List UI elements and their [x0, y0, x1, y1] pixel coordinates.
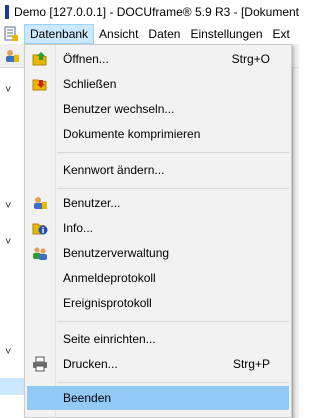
- menu-item-schliessen[interactable]: Schließen: [27, 72, 289, 96]
- menu-item-label: Benutzerverwaltung: [63, 246, 170, 260]
- user-icon: [32, 195, 48, 211]
- close-folder-icon: [32, 76, 48, 92]
- menu-separator: [57, 382, 289, 383]
- app-icon: [5, 5, 10, 19]
- menu-item-label: Kennwort ändern...: [63, 163, 165, 177]
- document-system-icon[interactable]: [3, 26, 19, 42]
- chevron-down-icon[interactable]: ˅: [5, 236, 11, 248]
- window-title: Demo [127.0.0.1] - DOCUframe® 5.9 R3 - […: [14, 5, 299, 19]
- menu-item-label: Benutzer wechseln...: [63, 102, 175, 116]
- users-icon: [32, 245, 48, 261]
- menu-item-label: Anmeldeprotokoll: [63, 271, 156, 285]
- menu-item-label: Ereignisprotokoll: [63, 296, 152, 310]
- menu-separator: [57, 152, 289, 153]
- menu-separator: [57, 188, 289, 189]
- menu-item-label: Beenden: [63, 391, 112, 405]
- menu-separator: [57, 321, 289, 322]
- menu-item-drucken[interactable]: Drucken... Strg+P: [27, 352, 289, 376]
- menu-bar: Datenbank Ansicht Daten Einstellungen Ex…: [0, 24, 299, 44]
- menu-item-shortcut: Strg+P: [232, 357, 270, 371]
- info-icon: [32, 220, 48, 236]
- menu-item-oeffnen[interactable]: Öffnen... Strg+O: [27, 47, 289, 71]
- menu-item-label: Öffnen...: [63, 52, 109, 66]
- menu-item-dokumente-komprimieren[interactable]: Dokumente komprimieren: [27, 122, 289, 146]
- tree-panel: ˅ ˅ ˅ ˅: [0, 68, 24, 418]
- menu-item-kennwort-aendern[interactable]: Kennwort ändern...: [27, 158, 289, 182]
- user-toolbar-icon[interactable]: [4, 48, 20, 64]
- menu-item-label: Benutzer...: [63, 196, 121, 210]
- menu-item-shortcut: Strg+O: [231, 52, 270, 66]
- menu-daten[interactable]: Daten: [143, 24, 185, 44]
- menu-item-benutzer[interactable]: Benutzer...: [27, 191, 289, 215]
- selected-tree-row[interactable]: [0, 378, 24, 395]
- menu-item-info[interactable]: Info...: [27, 216, 289, 240]
- menu-item-label: Drucken...: [63, 357, 118, 371]
- menu-einstellungen[interactable]: Einstellungen: [185, 24, 267, 44]
- menu-item-ereignisprotokoll[interactable]: Ereignisprotokoll: [27, 291, 289, 315]
- menu-extras[interactable]: Ext: [268, 24, 295, 44]
- chevron-down-icon[interactable]: ˅: [5, 200, 11, 212]
- menu-item-label: Dokumente komprimieren: [63, 127, 201, 141]
- scrollbar[interactable]: [292, 68, 299, 418]
- menu-item-label: Schließen: [63, 77, 117, 91]
- printer-icon: [32, 356, 48, 372]
- menu-item-benutzerverwaltung[interactable]: Benutzerverwaltung: [27, 241, 289, 265]
- menu-item-benutzer-wechseln[interactable]: Benutzer wechseln...: [27, 97, 289, 121]
- chevron-down-icon[interactable]: ˅: [5, 84, 11, 96]
- menu-item-beenden[interactable]: Beenden: [27, 386, 289, 410]
- menu-item-anmeldeprotokoll[interactable]: Anmeldeprotokoll: [27, 266, 289, 290]
- title-bar: Demo [127.0.0.1] - DOCUframe® 5.9 R3 - […: [0, 0, 299, 24]
- open-folder-icon: [32, 51, 48, 67]
- menu-ansicht[interactable]: Ansicht: [94, 24, 143, 44]
- menu-item-label: Info...: [63, 221, 94, 235]
- chevron-down-icon[interactable]: ˅: [5, 346, 11, 358]
- menu-datenbank[interactable]: Datenbank: [24, 24, 95, 44]
- menu-item-seite-einrichten[interactable]: Seite einrichten...: [27, 327, 289, 351]
- menu-item-label: Seite einrichten...: [63, 332, 156, 346]
- datenbank-dropdown-menu: Öffnen... Strg+O Schließen Benutzer wech…: [24, 44, 292, 418]
